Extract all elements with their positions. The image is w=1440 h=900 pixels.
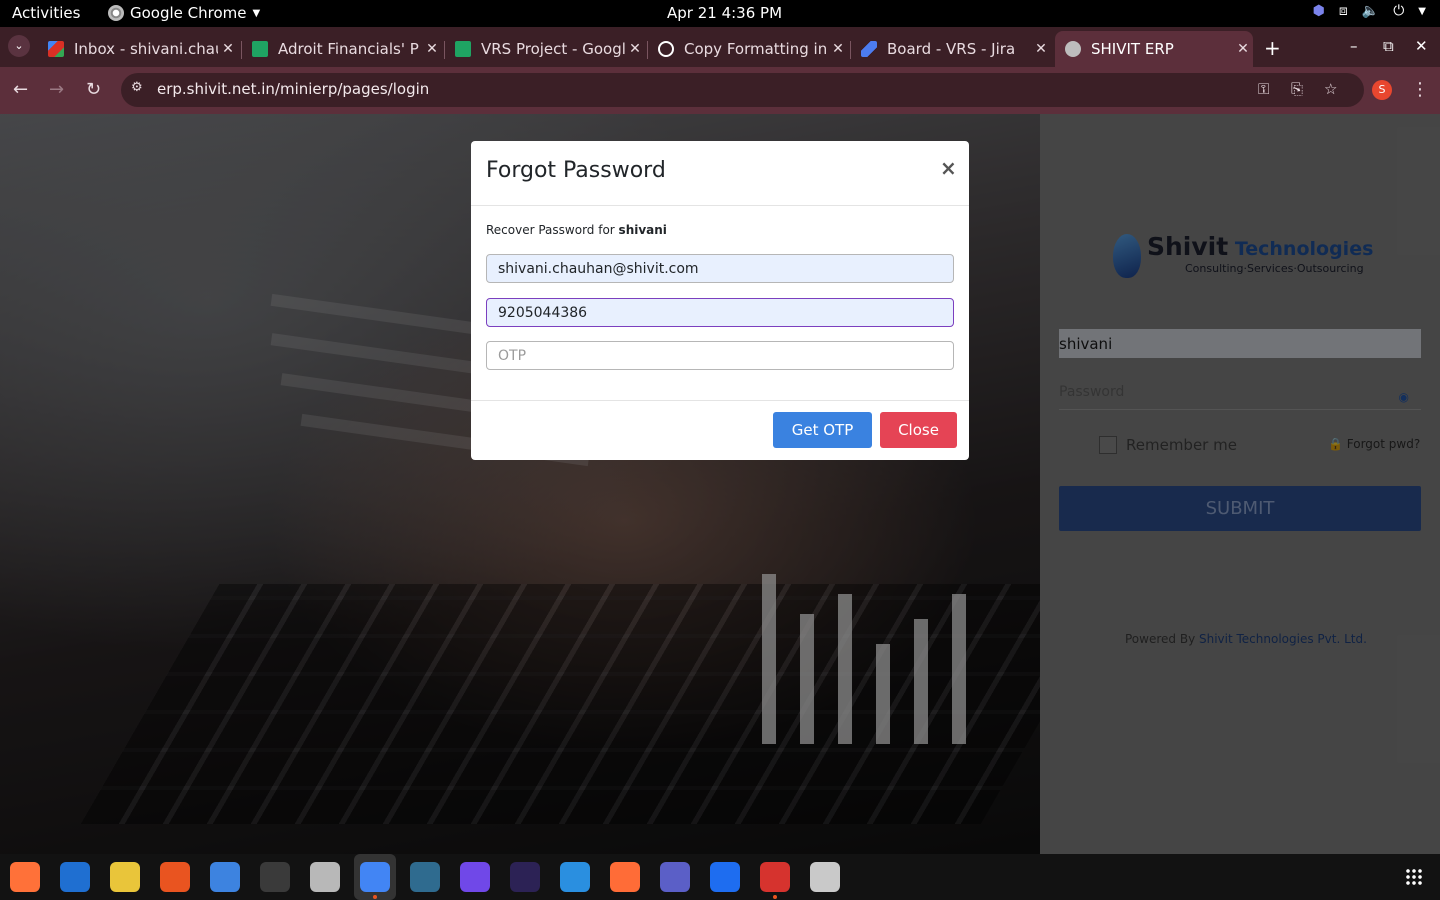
profile-avatar[interactable]: S	[1372, 80, 1392, 100]
tab-adroit-financials[interactable]: Adroit Financials' P ✕	[242, 31, 442, 67]
forgot-password-modal: Forgot Password × Recover Password for s…	[471, 141, 969, 460]
close-icon[interactable]: ×	[940, 156, 957, 180]
tab-jira-board[interactable]: Board - VRS - Jira ✕	[851, 31, 1051, 67]
app-menu[interactable]: Google Chrome ▼	[108, 4, 260, 22]
clock[interactable]: Apr 21 4:36 PM	[667, 4, 782, 22]
get-otp-button[interactable]: Get OTP	[773, 412, 872, 448]
recover-password-text: Recover Password for shivani	[486, 223, 667, 237]
intellij-icon[interactable]	[710, 862, 740, 892]
image-viewer-icon[interactable]	[810, 862, 840, 892]
recover-prefix: Recover Password for	[486, 223, 619, 237]
mobile-number-field[interactable]: 9205044386	[486, 298, 954, 327]
close-tab-icon[interactable]: ✕	[828, 41, 848, 57]
system-top-bar: Activities Google Chrome ▼ Apr 21 4:36 P…	[0, 0, 1440, 27]
github-desktop-icon[interactable]	[460, 862, 490, 892]
text-editor-icon[interactable]	[210, 862, 240, 892]
sheets-icon	[455, 41, 471, 57]
globe-icon	[1065, 41, 1081, 57]
openai-icon	[658, 41, 674, 57]
vscode-icon[interactable]	[560, 862, 590, 892]
close-tab-icon[interactable]: ✕	[422, 41, 442, 57]
modal-footer: Get OTP Close	[471, 400, 969, 460]
tab-title: Copy Formatting in	[684, 40, 828, 58]
tab-title: Board - VRS - Jira	[887, 40, 1016, 58]
close-window-button[interactable]: ✕	[1415, 37, 1428, 55]
activities-button[interactable]: Activities	[12, 4, 80, 22]
forward-button[interactable]: →	[49, 79, 64, 100]
wps-office-icon[interactable]	[760, 862, 790, 892]
back-button[interactable]: ←	[13, 79, 28, 100]
chrome-icon	[108, 5, 124, 21]
app-center-icon[interactable]	[160, 862, 190, 892]
power-icon[interactable]: ⏻	[1393, 3, 1404, 19]
address-bar[interactable]: ⚙ erp.shivit.net.in/minierp/pages/login …	[121, 73, 1364, 107]
teams-icon[interactable]	[660, 862, 690, 892]
volume-muted-icon[interactable]: 🔈	[1362, 3, 1379, 19]
network-icon[interactable]: ⧈	[1339, 3, 1348, 19]
otp-field[interactable]: OTP	[486, 341, 954, 370]
url-text[interactable]: erp.shivit.net.in/minierp/pages/login	[157, 80, 429, 98]
page-content: Shivit Technologies Consulting·Services·…	[0, 114, 1440, 854]
modal-header: Forgot Password ×	[471, 141, 969, 206]
eclipse-icon[interactable]	[510, 862, 540, 892]
chevron-down-icon[interactable]: ▼	[1418, 6, 1426, 17]
password-key-icon[interactable]: ⚿	[1258, 80, 1269, 98]
minimize-button[interactable]: –	[1350, 37, 1358, 55]
reload-button[interactable]: ↻	[86, 79, 101, 100]
show-apps-grid-icon[interactable]	[1405, 868, 1423, 886]
app-name: Google Chrome	[130, 4, 247, 22]
thunderbird-icon[interactable]	[60, 862, 90, 892]
tab-vrs-project[interactable]: VRS Project - Googl ✕	[445, 31, 645, 67]
tab-copy-formatting[interactable]: Copy Formatting in ✕	[648, 31, 848, 67]
close-tab-icon[interactable]: ✕	[625, 41, 645, 57]
close-tab-icon[interactable]: ✕	[1233, 41, 1253, 57]
tab-title: Inbox - shivani.chau	[74, 40, 218, 58]
close-tab-icon[interactable]: ✕	[1031, 41, 1051, 57]
install-app-icon[interactable]: ⎘	[1291, 80, 1303, 98]
system-tray[interactable]: ⬢ ⧈ 🔈 ⏻ ▼	[1313, 3, 1426, 19]
tab-title: VRS Project - Googl	[481, 40, 625, 58]
postman-icon[interactable]	[610, 862, 640, 892]
chevron-down-icon: ▼	[252, 7, 261, 19]
chrome-menu-icon[interactable]: ⋮	[1411, 79, 1429, 100]
files-icon[interactable]	[310, 862, 340, 892]
bookmark-star-icon[interactable]: ☆	[1324, 80, 1337, 98]
site-info-icon[interactable]: ⚙	[131, 80, 143, 95]
tab-title: Adroit Financials' P	[278, 40, 419, 58]
ubuntu-dock	[0, 854, 1440, 900]
tab-title: SHIVIT ERP	[1091, 40, 1174, 58]
tab-search-button[interactable]: ⌄	[8, 35, 30, 57]
gmail-icon	[48, 41, 64, 57]
browser-toolbar: ← → ↻ ⚙ erp.shivit.net.in/minierp/pages/…	[0, 67, 1440, 114]
close-button[interactable]: Close	[880, 412, 957, 448]
modal-title: Forgot Password	[486, 158, 666, 183]
new-tab-button[interactable]: +	[1264, 36, 1281, 60]
jira-icon	[861, 41, 877, 57]
tab-gmail[interactable]: Inbox - shivani.chau ✕	[38, 31, 238, 67]
rhythmbox-icon[interactable]	[110, 862, 140, 892]
sheets-icon	[252, 41, 268, 57]
tab-strip: ⌄ Inbox - shivani.chau ✕ Adroit Financia…	[0, 27, 1440, 67]
terminal-icon[interactable]	[260, 862, 290, 892]
mysql-workbench-icon[interactable]	[410, 862, 440, 892]
firefox-icon[interactable]	[10, 862, 40, 892]
teams-tray-icon[interactable]: ⬢	[1313, 3, 1325, 19]
running-indicator	[773, 895, 777, 899]
chrome-icon[interactable]	[360, 862, 390, 892]
close-tab-icon[interactable]: ✕	[218, 41, 238, 57]
email-field[interactable]: shivani.chauhan@shivit.com	[486, 254, 954, 283]
maximize-button[interactable]: ⧉	[1383, 37, 1394, 55]
tab-shivit-erp[interactable]: SHIVIT ERP ✕	[1055, 31, 1253, 67]
running-indicator	[373, 895, 377, 899]
recover-username: shivani	[618, 223, 667, 237]
